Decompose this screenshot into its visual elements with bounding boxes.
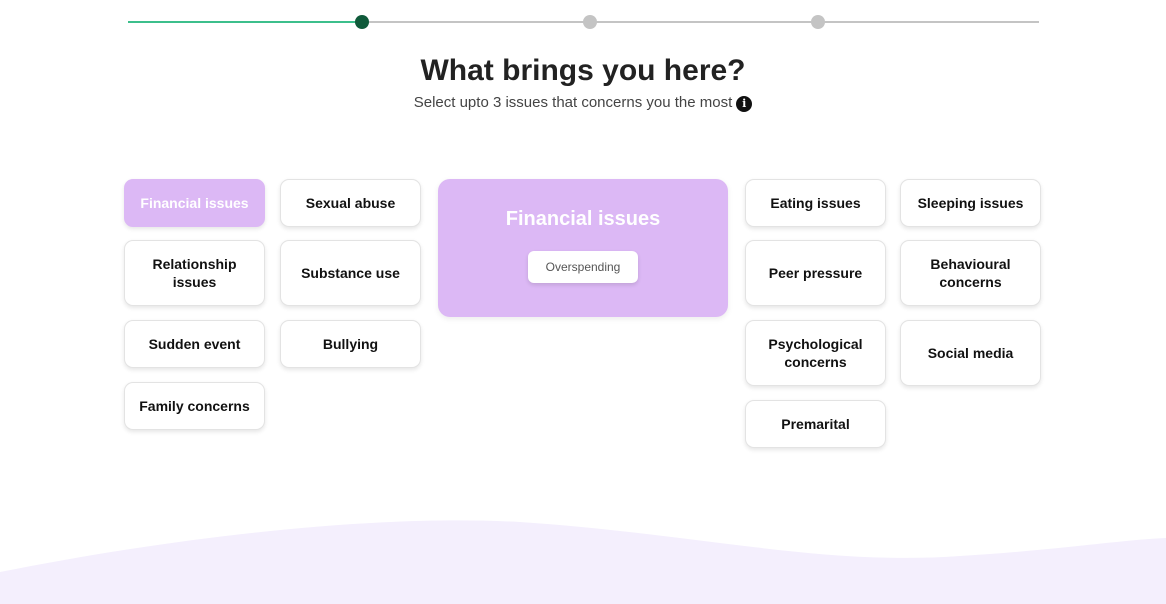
issue-social-media[interactable]: Social media [900,320,1041,386]
issue-bullying[interactable]: Bullying [280,320,421,368]
issue-behavioural-concerns[interactable]: Behavioural concerns [900,240,1041,306]
issue-peer-pressure[interactable]: Peer pressure [745,240,886,306]
issue-sexual-abuse[interactable]: Sexual abuse [280,179,421,227]
page-title: What brings you here? [420,54,746,87]
issue-sudden-event[interactable]: Sudden event [124,320,265,368]
subtitle-text: Select upto 3 issues that concerns you t… [413,94,733,111]
background-wave [0,520,1166,604]
issue-psychological-concerns[interactable]: Psychological concerns [745,320,886,386]
issue-family-concerns[interactable]: Family concerns [124,382,265,430]
issue-premarital[interactable]: Premarital [745,400,886,448]
progress-fill [128,21,362,23]
issue-eating-issues[interactable]: Eating issues [745,179,886,227]
info-icon[interactable]: i [736,96,753,112]
step-dot-4 [811,15,825,29]
issue-sleeping-issues[interactable]: Sleeping issues [900,179,1041,227]
selected-issue-title: Financial issues [505,208,661,230]
issue-substance-use[interactable]: Substance use [280,240,421,306]
page-subtitle: Select upto 3 issues that concerns you t… [0,94,1166,112]
step-dot-2 [355,15,369,29]
issue-relationship-issues[interactable]: Relationship issues [124,240,265,306]
issue-financial-issues[interactable]: Financial issues [124,179,265,227]
progress-stepper [128,14,1039,30]
selected-issue-panel: Financial issues Overspending [438,179,728,317]
subissue-chip-overspending[interactable]: Overspending [528,251,638,283]
step-dot-3 [583,15,597,29]
